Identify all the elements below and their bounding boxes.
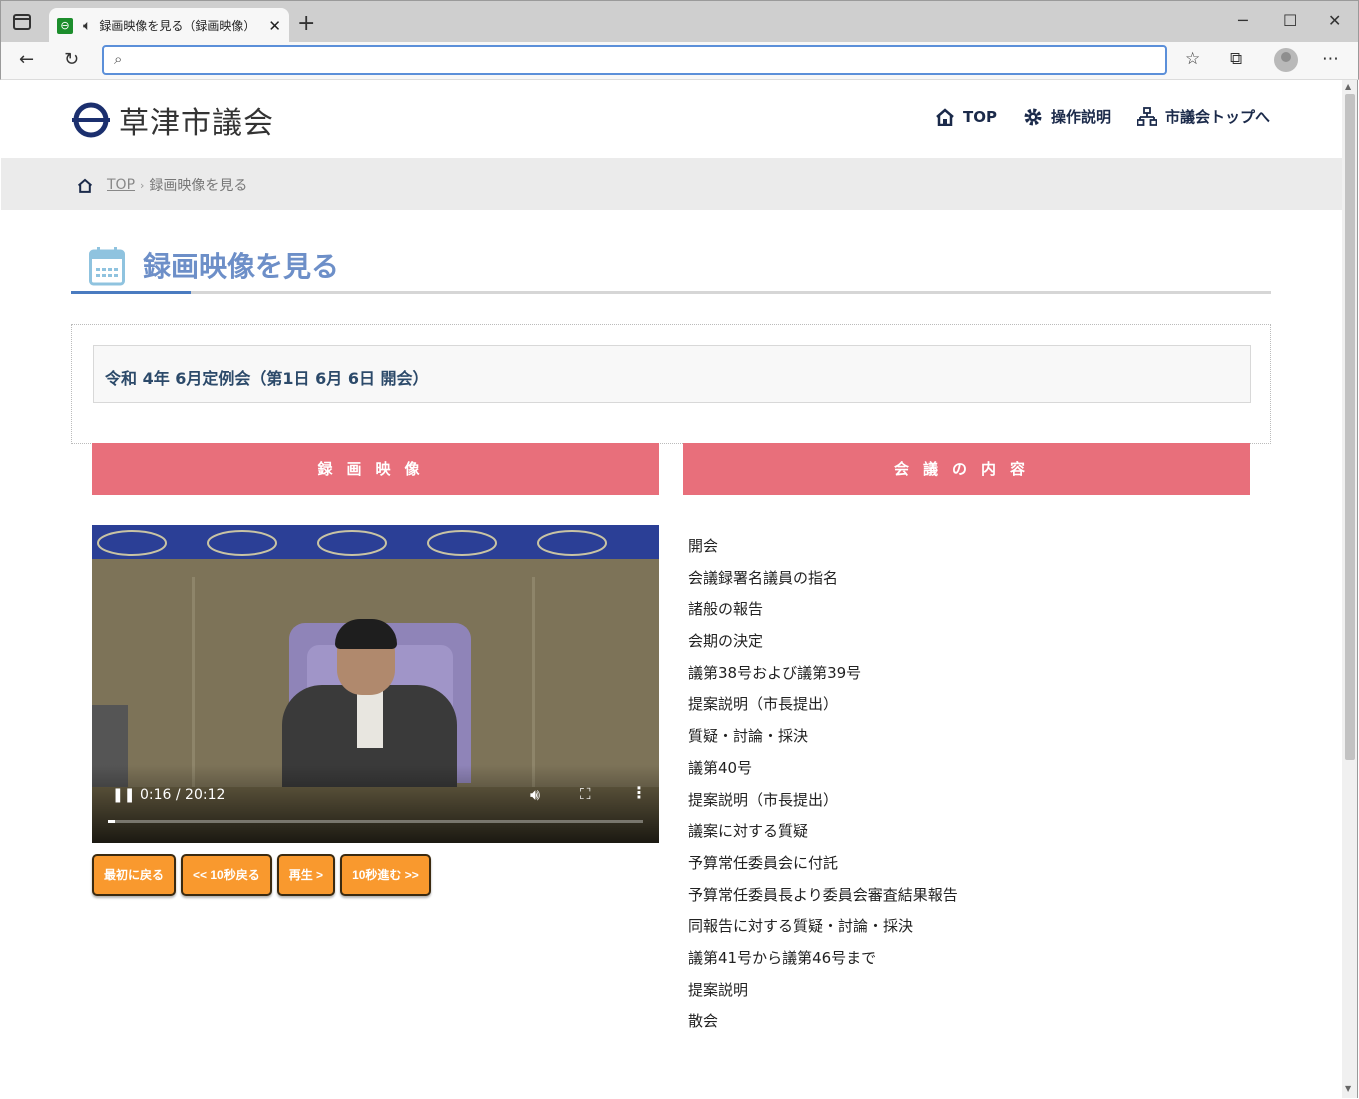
breadcrumb-current: 録画映像を見る: [149, 178, 248, 194]
title-accent-line: [71, 291, 191, 294]
agenda-item[interactable]: 提案説明: [688, 975, 958, 1007]
video-progress-bar[interactable]: [108, 820, 643, 823]
tab-close-icon[interactable]: ✕: [268, 17, 281, 35]
breadcrumb: TOP › 録画映像を見る: [77, 175, 247, 195]
site-favicon-icon: ⊖: [57, 17, 73, 34]
play-button[interactable]: 再生 >: [276, 854, 336, 896]
gear-icon: [1024, 108, 1042, 125]
profile-avatar[interactable]: [1274, 48, 1298, 72]
agenda-item[interactable]: 議第38号および議第39号: [688, 658, 958, 690]
breadcrumb-bar: TOP › 録画映像を見る: [1, 158, 1342, 210]
pause-icon[interactable]: ❚❚: [112, 787, 135, 803]
agenda-item[interactable]: 散会: [688, 1006, 958, 1038]
more-options-icon[interactable]: ⋮: [631, 783, 647, 802]
scrollbar-thumb[interactable]: [1345, 94, 1355, 760]
address-toolbar: ← ↻ ⌕ ☆ ⧉ ⋯: [0, 42, 1359, 80]
minimize-icon[interactable]: ─: [1238, 11, 1248, 30]
video-section-header: 録画映像: [92, 443, 659, 495]
agenda-item[interactable]: 予算常任委員会に付託: [688, 848, 958, 880]
video-progress-fill: [108, 820, 115, 823]
video-time: 0:16 / 20:12: [140, 787, 226, 803]
browser-tab-strip: ⊖ 🔈︎ 録画映像を見る（録画映像） ✕ + ─ ☐ ✕: [0, 0, 1359, 43]
playback-buttons: 最初に戻る << 10秒戻る 再生 > 10秒進む >>: [92, 854, 431, 896]
agenda-item[interactable]: 議第41号から議第46号まで: [688, 943, 958, 975]
page-viewport: 草津市議会 TOP 操作説明 市議会トップへ TOP › 録画映像を見る 録画映…: [1, 80, 1342, 1098]
video-player[interactable]: ❚❚ 0:16 / 20:12 🔊︎ ⛶ ⋮: [92, 525, 659, 843]
calendar-icon: [89, 246, 125, 290]
breadcrumb-separator-icon: ›: [140, 178, 145, 192]
rewind-10s-button[interactable]: << 10秒戻る: [181, 854, 272, 896]
agenda-item[interactable]: 質疑・討論・採決: [688, 721, 958, 753]
maximize-icon[interactable]: ☐: [1283, 11, 1297, 30]
top-navigation: TOP 操作説明 市議会トップへ: [935, 106, 1270, 127]
favorites-star-icon[interactable]: ☆: [1185, 49, 1200, 69]
agenda-section-header: 会議の内容: [683, 443, 1250, 495]
fullscreen-icon[interactable]: ⛶: [580, 785, 591, 803]
breadcrumb-top-link[interactable]: TOP: [107, 177, 135, 193]
session-box: 令和 4年 6月定例会（第1日 6月 6日 開会）: [71, 324, 1271, 444]
refresh-icon[interactable]: ↻: [64, 49, 79, 70]
nav-instructions-label: 操作説明: [1050, 108, 1111, 126]
forward-10s-button[interactable]: 10秒進む >>: [340, 854, 431, 896]
agenda-item[interactable]: 議第40号: [688, 753, 958, 785]
page-title: 録画映像を見る: [143, 250, 340, 283]
video-frame-curtain: [92, 525, 659, 559]
site-name: 草津市議会: [119, 106, 274, 141]
site-logo[interactable]: 草津市議会: [71, 98, 274, 142]
video-frame-speaker-shirt: [357, 690, 383, 748]
video-controls-overlay: [92, 765, 659, 843]
volume-icon[interactable]: 🔊︎: [530, 785, 540, 805]
audio-playing-icon[interactable]: 🔈︎: [83, 18, 91, 34]
new-tab-icon[interactable]: +: [297, 11, 315, 36]
browser-tab-active[interactable]: ⊖ 🔈︎ 録画映像を見る（録画映像） ✕: [49, 8, 289, 43]
agenda-item[interactable]: 同報告に対する質疑・討論・採決: [688, 911, 958, 943]
sitemap-icon: [1136, 106, 1157, 126]
restart-button[interactable]: 最初に戻る: [92, 854, 177, 896]
window-close-icon[interactable]: ✕: [1328, 11, 1341, 30]
agenda-item[interactable]: 予算常任委員長より委員会審査結果報告: [688, 880, 958, 912]
collections-icon[interactable]: ⧉: [1230, 49, 1242, 69]
back-arrow-icon[interactable]: ←: [19, 49, 34, 70]
agenda-item[interactable]: 会議録署名議員の指名: [688, 563, 958, 595]
agenda-item[interactable]: 会期の決定: [688, 626, 958, 658]
nav-council-top[interactable]: 市議会トップへ: [1136, 106, 1270, 127]
search-icon: ⌕: [114, 50, 123, 68]
settings-more-icon[interactable]: ⋯: [1322, 49, 1339, 69]
address-input[interactable]: ⌕: [102, 45, 1167, 75]
nav-top-label: TOP: [962, 107, 997, 126]
agenda-item[interactable]: 議案に対する質疑: [688, 816, 958, 848]
tab-actions-icon[interactable]: [13, 14, 31, 30]
agenda-list: 開会 会議録署名議員の指名 諸般の報告 会期の決定 議第38号および議第39号 提案説明（…: [688, 531, 958, 1038]
scroll-up-icon[interactable]: ▲: [1345, 82, 1351, 91]
nav-council-top-label: 市議会トップへ: [1164, 108, 1270, 126]
city-emblem-icon: [71, 100, 111, 140]
agenda-item[interactable]: 諸般の報告: [688, 594, 958, 626]
tab-title: 録画映像を見る（録画映像）: [99, 19, 248, 33]
page-title-block: 録画映像を見る: [71, 240, 1271, 294]
session-title-panel: 令和 4年 6月定例会（第1日 6月 6日 開会）: [93, 345, 1251, 403]
agenda-item[interactable]: 提案説明（市長提出）: [688, 785, 958, 817]
breadcrumb-home-icon[interactable]: [77, 178, 93, 193]
nav-instructions[interactable]: 操作説明: [1023, 106, 1111, 127]
agenda-item[interactable]: 開会: [688, 531, 958, 563]
agenda-item[interactable]: 提案説明（市長提出）: [688, 689, 958, 721]
scroll-down-icon[interactable]: ▼: [1345, 1084, 1351, 1093]
page-scrollbar[interactable]: ▲ ▼: [1342, 80, 1358, 1098]
site-header: 草津市議会 TOP 操作説明 市議会トップへ: [1, 80, 1342, 158]
home-icon: [936, 107, 954, 126]
session-title: 令和 4年 6月定例会（第1日 6月 6日 開会）: [105, 369, 429, 388]
nav-top[interactable]: TOP: [935, 106, 997, 127]
